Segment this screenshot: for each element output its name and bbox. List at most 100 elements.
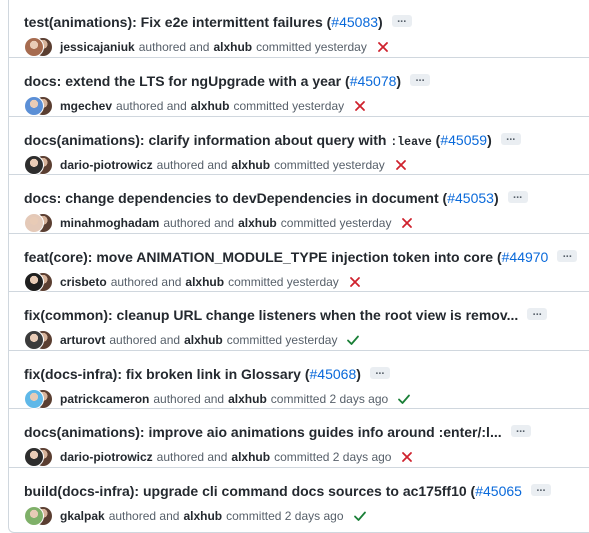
commit-title[interactable]: feat(core): move ANIMATION_MODULE_TYPE i… bbox=[24, 249, 493, 265]
commit-row: build(docs-infra): upgrade cli command d… bbox=[9, 466, 589, 526]
commit-title-link[interactable]: fix(docs-infra): fix broken link in Glos… bbox=[24, 366, 301, 382]
authored-text: authored and bbox=[109, 333, 181, 347]
pr-link[interactable]: #44970 bbox=[502, 249, 549, 265]
committed-time: committed yesterday bbox=[280, 216, 392, 230]
pr-open-paren: ( bbox=[466, 482, 476, 499]
expand-message-button[interactable]: ... bbox=[510, 424, 531, 438]
committer-login[interactable]: alxhub bbox=[191, 99, 230, 113]
commit-title-link[interactable]: docs: extend the LTS for ngUpgrade with … bbox=[24, 73, 341, 89]
authored-text: authored and bbox=[116, 99, 187, 113]
author-login[interactable]: minahmoghadam bbox=[60, 216, 159, 230]
commit-title[interactable]: fix(docs-infra): fix broken link in Glos… bbox=[24, 366, 301, 382]
committer-login[interactable]: alxhub bbox=[231, 450, 270, 464]
pr-close-paren: ) bbox=[356, 365, 361, 382]
expand-message-button[interactable]: ... bbox=[410, 73, 431, 87]
commit-title[interactable]: docs: extend the LTS for ngUpgrade with … bbox=[24, 73, 341, 89]
pr-open-paren: ( bbox=[300, 365, 310, 382]
author-avatar[interactable] bbox=[24, 96, 44, 116]
commit-title[interactable]: docs(animations): improve aio animations… bbox=[24, 424, 502, 440]
author-avatar[interactable] bbox=[24, 388, 44, 409]
author-login[interactable]: arturovt bbox=[60, 333, 105, 347]
check-icon[interactable] bbox=[353, 509, 367, 523]
expand-message-button[interactable]: ... bbox=[557, 248, 578, 262]
x-icon[interactable] bbox=[400, 216, 414, 230]
pr-link[interactable]: #45068 bbox=[310, 366, 357, 382]
author-login[interactable]: mgechev bbox=[60, 99, 112, 113]
commit-row: feat(core): move ANIMATION_MODULE_TYPE i… bbox=[9, 232, 589, 292]
commit-title-link[interactable]: docs: change dependencies to devDependen… bbox=[24, 190, 439, 206]
authored-text: authored and bbox=[108, 508, 180, 523]
pr-link[interactable]: #45053 bbox=[447, 190, 494, 206]
committer-login[interactable]: alxhub bbox=[183, 509, 222, 523]
commit-title-line: fix(common): cleanup URL change listener… bbox=[24, 305, 548, 325]
expand-message-button[interactable]: ... bbox=[530, 482, 551, 496]
committer-login[interactable]: alxhub bbox=[185, 275, 224, 289]
x-icon[interactable] bbox=[353, 99, 367, 113]
commit-title-link[interactable]: docs(animations): improve aio animations… bbox=[24, 424, 502, 440]
avatar-stack bbox=[24, 388, 54, 409]
author-login[interactable]: dario-piotrowicz bbox=[60, 158, 153, 172]
pr-close-paren: ) bbox=[378, 14, 383, 30]
pr-link[interactable]: #45083 bbox=[331, 14, 378, 30]
commit-title[interactable]: fix(common): cleanup URL change listener… bbox=[24, 307, 518, 323]
commit-title-link[interactable]: fix(common): cleanup URL change listener… bbox=[24, 307, 518, 323]
author-login[interactable]: crisbeto bbox=[60, 275, 107, 289]
committer-login[interactable]: alxhub bbox=[228, 392, 267, 406]
author-avatar[interactable] bbox=[24, 154, 44, 175]
expand-message-button[interactable]: ... bbox=[507, 190, 528, 204]
pr-link[interactable]: #45078 bbox=[350, 73, 397, 89]
author-login[interactable]: gkalpak bbox=[60, 509, 105, 523]
commit-title[interactable]: build(docs-infra): upgrade cli command d… bbox=[24, 483, 467, 499]
expand-message-button[interactable]: ... bbox=[527, 307, 548, 321]
commit-title[interactable]: test(animations): Fix e2e intermittent f… bbox=[24, 14, 323, 30]
authored-text: authored and bbox=[153, 391, 225, 406]
x-icon[interactable] bbox=[376, 40, 390, 54]
author-avatar[interactable] bbox=[24, 213, 44, 233]
expand-message-button[interactable]: ... bbox=[369, 365, 390, 379]
pr-link[interactable]: #45065 bbox=[475, 483, 522, 499]
commit-title[interactable]: docs(animations): clarify information ab… bbox=[24, 132, 386, 148]
author-avatar[interactable] bbox=[24, 505, 44, 526]
x-icon[interactable] bbox=[394, 158, 408, 172]
committer-login[interactable]: alxhub bbox=[238, 216, 277, 230]
commit-title-link[interactable]: test(animations): Fix e2e intermittent f… bbox=[24, 14, 323, 30]
expand-message-button[interactable]: ... bbox=[500, 131, 521, 145]
author-login[interactable]: patrickcameron bbox=[60, 392, 149, 406]
commit-meta: jessicajaniuk authored and alxhub commit… bbox=[24, 37, 390, 57]
committed-time: committed yesterday bbox=[228, 274, 339, 289]
avatar-stack bbox=[24, 96, 54, 116]
authored-text: authored and bbox=[138, 40, 210, 54]
x-icon[interactable] bbox=[348, 275, 362, 289]
commit-row: docs(animations): clarify information ab… bbox=[9, 115, 589, 175]
author-avatar[interactable] bbox=[24, 37, 44, 57]
expand-message-button[interactable]: ... bbox=[391, 14, 412, 28]
commit-title-link[interactable]: build(docs-infra): upgrade cli command d… bbox=[24, 483, 467, 499]
commit-title[interactable]: docs: change dependencies to devDependen… bbox=[24, 190, 439, 206]
committed-time: committed 2 days ago bbox=[226, 508, 344, 523]
commit-title-link[interactable]: docs(animations): clarify information ab… bbox=[24, 132, 432, 149]
check-icon[interactable] bbox=[397, 392, 411, 406]
committer-login[interactable]: alxhub bbox=[231, 158, 270, 172]
committer-login[interactable]: alxhub bbox=[184, 333, 223, 347]
committed-time: committed yesterday bbox=[233, 99, 345, 113]
author-login[interactable]: jessicajaniuk bbox=[60, 40, 135, 54]
commit-title-line: build(docs-infra): upgrade cli command d… bbox=[24, 481, 551, 501]
author-avatar[interactable] bbox=[24, 447, 44, 467]
avatar-stack bbox=[24, 505, 54, 526]
author-login[interactable]: dario-piotrowicz bbox=[60, 450, 153, 464]
commit-title-line: docs: change dependencies to devDependen… bbox=[24, 188, 528, 208]
committer-login[interactable]: alxhub bbox=[213, 40, 252, 54]
committed-time: committed 2 days ago bbox=[270, 391, 389, 406]
pr-close-paren: ) bbox=[493, 190, 499, 206]
avatar-stack bbox=[24, 447, 54, 467]
commit-meta: minahmoghadam authored and alxhub commit… bbox=[24, 213, 414, 233]
x-icon[interactable] bbox=[400, 450, 414, 464]
commit-title-link[interactable]: feat(core): move ANIMATION_MODULE_TYPE i… bbox=[24, 249, 493, 265]
avatar-stack bbox=[24, 271, 54, 292]
authored-text: authored and bbox=[156, 450, 228, 464]
commit-title-line: feat(core): move ANIMATION_MODULE_TYPE i… bbox=[24, 247, 578, 267]
author-avatar[interactable] bbox=[24, 330, 44, 350]
author-avatar[interactable] bbox=[24, 271, 44, 292]
pr-link[interactable]: #45059 bbox=[440, 132, 487, 148]
check-icon[interactable] bbox=[346, 333, 360, 347]
